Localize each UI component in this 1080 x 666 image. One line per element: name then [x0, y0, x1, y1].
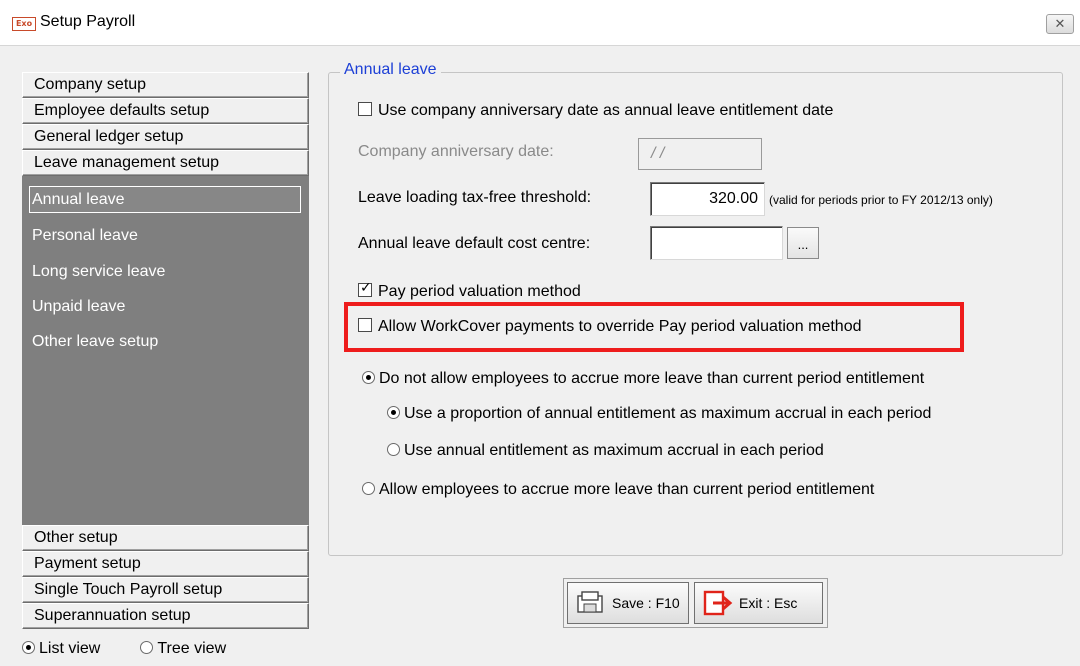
- close-button[interactable]: ✕: [1046, 14, 1074, 34]
- leave-management-panel: Annual leave Personal leave Long service…: [22, 176, 309, 525]
- sidebar-section-other[interactable]: Other setup: [22, 525, 309, 551]
- pay-period-valuation-checkbox[interactable]: Pay period valuation method: [358, 280, 581, 301]
- sidebar-section-leave-management[interactable]: Leave management setup: [22, 150, 309, 176]
- sidebar-item-long-service-leave[interactable]: Long service leave: [30, 263, 165, 281]
- browse-cost-centre-button[interactable]: ...: [787, 227, 819, 259]
- radio-icon: [362, 482, 375, 495]
- accrual-no-more-radio[interactable]: Do not allow employees to accrue more le…: [362, 370, 924, 388]
- sidebar-section-payment[interactable]: Payment setup: [22, 551, 309, 577]
- workcover-override-checkbox[interactable]: Allow WorkCover payments to override Pay…: [358, 318, 862, 336]
- sidebar-item-personal-leave[interactable]: Personal leave: [30, 227, 138, 245]
- checkbox-icon: [358, 102, 372, 116]
- radio-icon: [140, 641, 154, 654]
- radio-icon: [387, 406, 400, 419]
- default-cost-centre-input[interactable]: [650, 226, 783, 260]
- tax-free-threshold-label: Leave loading tax-free threshold:: [358, 189, 592, 206]
- accrual-annual-radio[interactable]: Use annual entitlement as maximum accrua…: [387, 442, 824, 460]
- company-anniversary-date-label: Company anniversary date:: [358, 143, 554, 160]
- exit-icon: [703, 590, 733, 616]
- radio-icon: [362, 371, 375, 384]
- accrual-proportion-radio[interactable]: Use a proportion of annual entitlement a…: [387, 405, 931, 423]
- save-button[interactable]: Save : F10: [567, 582, 689, 624]
- sidebar-item-other-leave-setup[interactable]: Other leave setup: [30, 333, 158, 351]
- use-company-anniversary-checkbox[interactable]: Use company anniversary date as annual l…: [358, 102, 833, 120]
- title-bar: Exo Setup Payroll ✕: [0, 0, 1080, 46]
- checkbox-checked-icon: [358, 280, 372, 297]
- sidebar-section-superannuation[interactable]: Superannuation setup: [22, 603, 309, 629]
- view-options: List view Tree view: [22, 640, 226, 658]
- tax-free-threshold-note: (valid for periods prior to FY 2012/13 o…: [769, 193, 993, 207]
- sidebar-section-single-touch-payroll[interactable]: Single Touch Payroll setup: [22, 577, 309, 603]
- checkbox-icon: [358, 318, 372, 332]
- app-icon: Exo: [12, 17, 36, 31]
- sidebar-item-unpaid-leave[interactable]: Unpaid leave: [30, 298, 125, 316]
- group-title: Annual leave: [340, 61, 441, 79]
- accrual-allow-more-radio[interactable]: Allow employees to accrue more leave tha…: [362, 481, 874, 499]
- tax-free-threshold-input[interactable]: 320.00: [650, 182, 765, 216]
- exit-button[interactable]: Exit : Esc: [694, 582, 823, 624]
- sidebar-item-annual-leave[interactable]: Annual leave: [29, 186, 301, 213]
- list-view-radio[interactable]: List view: [22, 640, 100, 658]
- radio-icon: [22, 641, 35, 654]
- sidebar: Company setup Employee defaults setup Ge…: [22, 72, 309, 629]
- radio-icon: [387, 443, 400, 456]
- sidebar-section-company[interactable]: Company setup: [22, 72, 309, 98]
- window-title: Setup Payroll: [40, 13, 136, 30]
- sidebar-section-employee-defaults[interactable]: Employee defaults setup: [22, 98, 309, 124]
- company-anniversary-date-field: / /: [638, 138, 762, 170]
- default-cost-centre-label: Annual leave default cost centre:: [358, 235, 591, 252]
- save-icon: [577, 591, 603, 613]
- sidebar-section-general-ledger[interactable]: General ledger setup: [22, 124, 309, 150]
- tree-view-radio[interactable]: Tree view: [140, 640, 226, 658]
